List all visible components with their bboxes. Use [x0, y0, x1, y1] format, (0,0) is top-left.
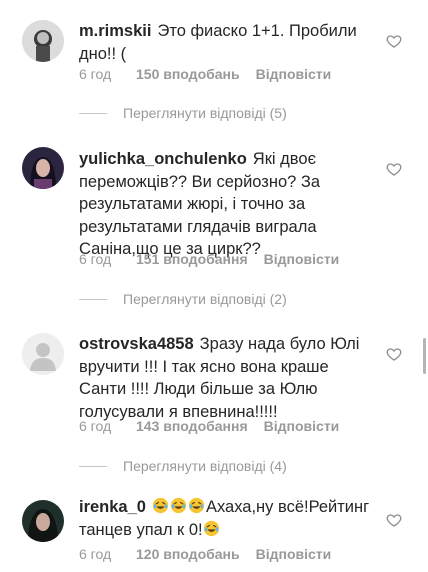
comment-meta: 6 год 151 вподобання Відповісти — [79, 251, 339, 267]
laughing-tears-emoji-icon — [170, 497, 187, 514]
view-replies-button[interactable]: Переглянути відповіді (4) — [79, 458, 287, 474]
avatar[interactable] — [22, 500, 64, 542]
laughing-tears-emoji-icon — [152, 497, 169, 514]
heart-outline-icon — [386, 514, 402, 527]
reply-button[interactable]: Відповісти — [256, 66, 332, 82]
like-button[interactable] — [386, 346, 402, 362]
avatar[interactable] — [22, 147, 64, 189]
like-button[interactable] — [386, 161, 402, 177]
heart-outline-icon — [386, 163, 402, 176]
like-button[interactable] — [386, 33, 402, 49]
view-replies-label: Переглянути відповіді (2) — [123, 291, 287, 307]
comment-username[interactable]: ostrovska4858 — [79, 335, 194, 353]
comment-meta: 6 год 120 вподобань Відповісти — [79, 546, 331, 562]
comment-time: 6 год — [79, 251, 112, 267]
heart-outline-icon — [386, 348, 402, 361]
comment-meta: 6 год 143 вподобання Відповісти — [79, 418, 339, 434]
view-replies-button[interactable]: Переглянути відповіді (5) — [79, 105, 287, 121]
comments-feed: m.rimskii Это фиаско 1+1. Пробили дно!! (… — [0, 0, 428, 572]
laughing-tears-emoji-icon — [203, 520, 219, 536]
like-button[interactable] — [386, 512, 402, 528]
heart-outline-icon — [386, 35, 402, 48]
comment-meta: 6 год 150 вподобань Відповісти — [79, 66, 331, 82]
comment-text: m.rimskii Это фиаско 1+1. Пробили дно!! ( — [79, 20, 372, 65]
comment-likes[interactable]: 150 вподобань — [136, 66, 240, 82]
comment-time: 6 год — [79, 418, 112, 434]
avatar[interactable] — [22, 333, 64, 375]
comment-likes[interactable]: 120 вподобань — [136, 546, 240, 562]
avatar-image — [22, 147, 64, 189]
avatar-image — [22, 20, 64, 62]
default-avatar-icon — [22, 333, 64, 375]
view-replies-label: Переглянути відповіді (5) — [123, 105, 287, 121]
comment-likes[interactable]: 143 вподобання — [136, 418, 248, 434]
comment-username[interactable]: m.rimskii — [79, 22, 151, 40]
comment-username[interactable]: yulichka_onchulenko — [79, 150, 247, 168]
comment-username[interactable]: irenka_0 — [79, 498, 146, 516]
divider-line — [79, 465, 107, 467]
view-replies-label: Переглянути відповіді (4) — [123, 458, 287, 474]
comment-text: yulichka_onchulenko Які двоє переможців??… — [79, 148, 372, 261]
reply-button[interactable]: Відповісти — [264, 251, 340, 267]
avatar[interactable] — [22, 20, 64, 62]
laughing-tears-emoji-icon — [188, 497, 205, 514]
emoji-group — [152, 497, 206, 516]
comment-time: 6 год — [79, 66, 112, 82]
avatar-image — [22, 500, 64, 542]
reply-button[interactable]: Відповісти — [264, 418, 340, 434]
divider-line — [79, 298, 107, 300]
comment-text: irenka_0 Ахаха,ну всё!Рейтинг танцев упал… — [79, 496, 372, 541]
comment-text: ostrovska4858 Зразу нада було Юлі вручити… — [79, 333, 372, 423]
reply-button[interactable]: Відповісти — [256, 546, 332, 562]
divider-line — [79, 112, 107, 114]
view-replies-button[interactable]: Переглянути відповіді (2) — [79, 291, 287, 307]
comment-likes[interactable]: 151 вподобання — [136, 251, 248, 267]
comment-time: 6 год — [79, 546, 112, 562]
scrollbar[interactable] — [423, 338, 426, 374]
